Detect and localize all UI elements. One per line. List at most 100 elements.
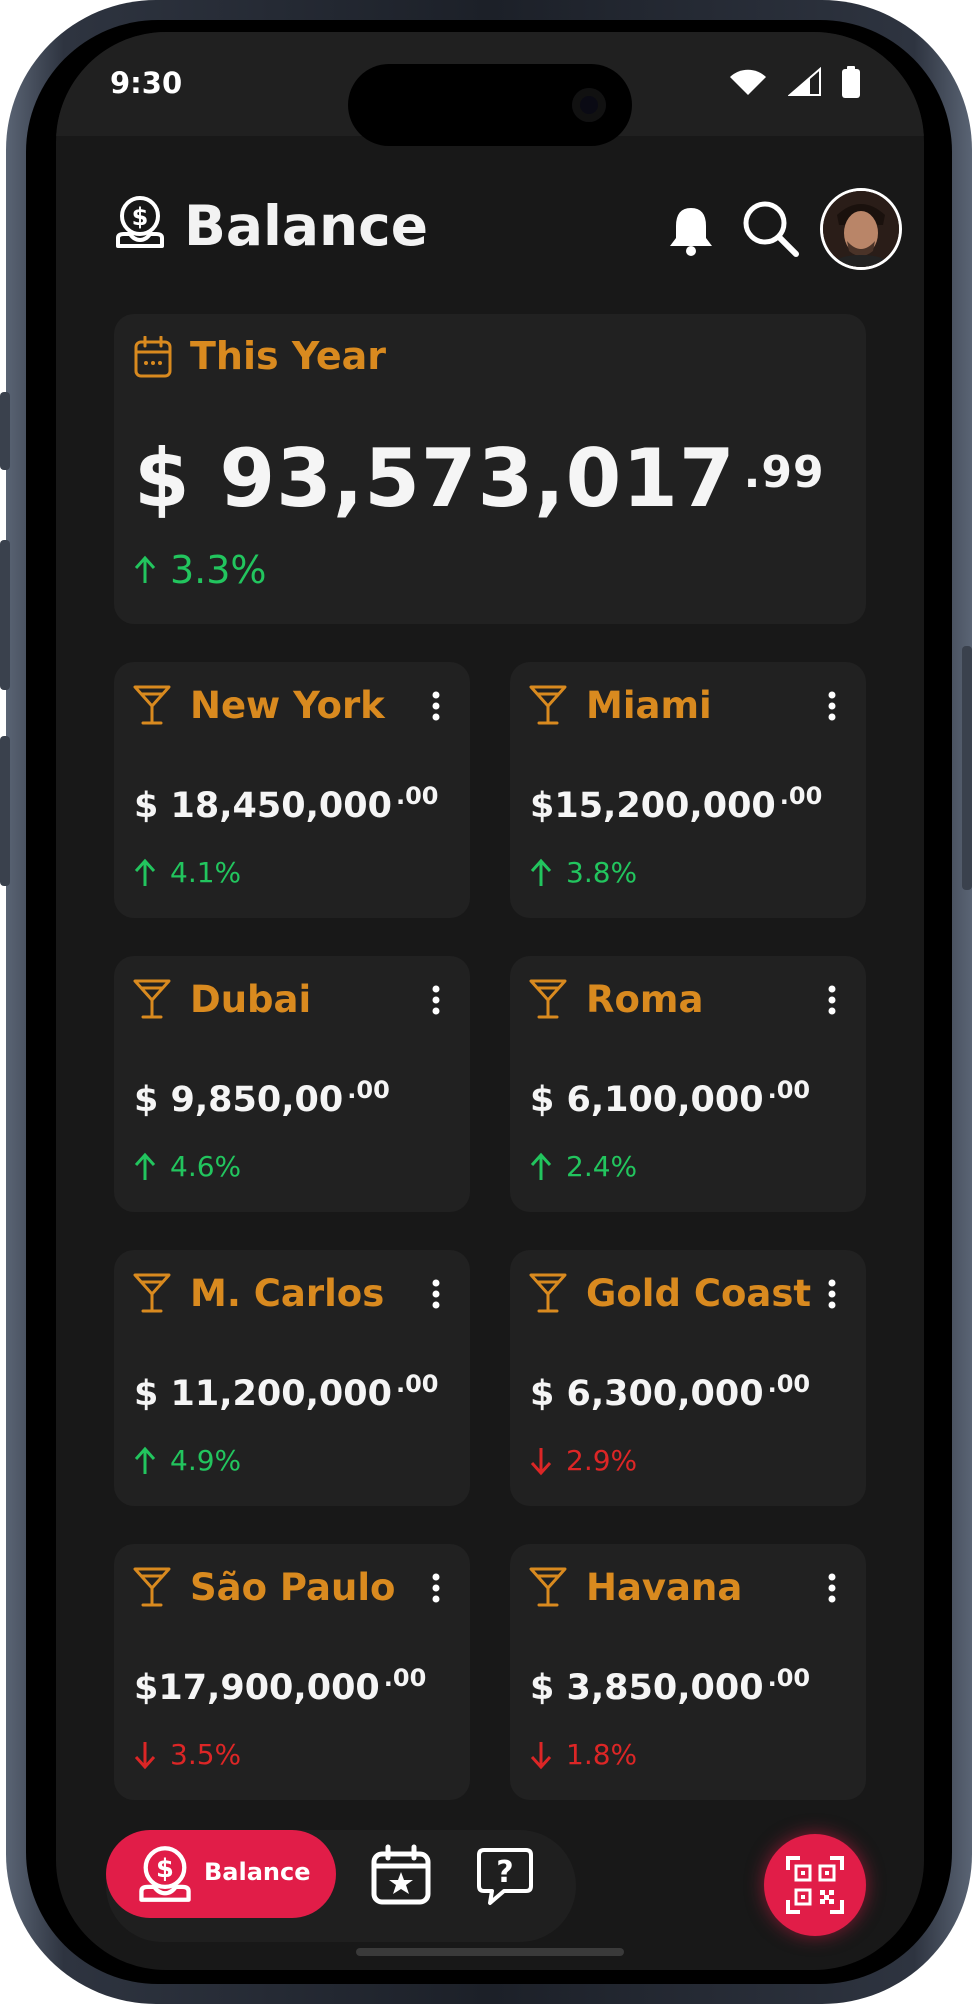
city-name: New York <box>190 684 385 727</box>
city-amount-cents: .00 <box>767 1664 811 1692</box>
city-amount: $17,900,000.00 <box>134 1664 426 1708</box>
cocktail-glass-icon <box>133 685 171 725</box>
city-amount-value: $ 9,850,00 <box>134 1080 344 1120</box>
help-chat-icon[interactable]: ? <box>476 1846 534 1906</box>
arrow-down-icon <box>530 1741 552 1769</box>
app-screen: 9:30 $ Balance This Year $ 93,573,017 .9… <box>56 32 924 1970</box>
money-hand-icon: $ <box>116 196 164 248</box>
city-card[interactable]: Roma $ 6,100,000.00 2.4% <box>510 956 866 1212</box>
cocktail-glass-icon <box>133 1273 171 1313</box>
calendar-star-icon[interactable] <box>370 1844 432 1906</box>
summary-change-value: 3.3% <box>170 548 267 592</box>
city-change-value: 1.8% <box>566 1738 638 1771</box>
summary-period-label: This Year <box>190 334 387 378</box>
city-amount: $15,200,000.00 <box>530 782 822 826</box>
kebab-menu-icon[interactable] <box>820 1278 844 1310</box>
cocktail-glass-icon <box>529 1273 567 1313</box>
city-change-value: 4.6% <box>170 1150 242 1183</box>
cocktail-glass-icon <box>529 979 567 1019</box>
city-change: 3.5% <box>134 1738 241 1771</box>
city-name: Havana <box>586 1566 743 1609</box>
arrow-up-icon <box>530 858 552 886</box>
city-change: 2.4% <box>530 1150 637 1183</box>
summary-amount-value: $ 93,573,017 <box>134 432 736 525</box>
kebab-menu-icon[interactable] <box>820 984 844 1016</box>
city-name: Miami <box>586 684 712 727</box>
city-name: M. Carlos <box>190 1272 385 1315</box>
cocktail-glass-icon <box>529 685 567 725</box>
status-time: 9:30 <box>110 66 183 100</box>
city-change: 1.8% <box>530 1738 637 1771</box>
city-card[interactable]: Havana $ 3,850,000.00 1.8% <box>510 1544 866 1800</box>
city-change: 2.9% <box>530 1444 637 1477</box>
city-amount-cents: .00 <box>395 1370 439 1398</box>
city-amount-cents: .00 <box>767 1076 811 1104</box>
city-change-value: 3.8% <box>566 856 638 889</box>
city-amount-value: $ 18,450,000 <box>134 786 392 826</box>
front-camera <box>572 88 606 122</box>
city-change: 4.6% <box>134 1150 241 1183</box>
volume-down-button <box>0 736 10 886</box>
calendar-icon <box>134 336 172 378</box>
dynamic-island <box>348 64 632 146</box>
arrow-down-icon <box>530 1447 552 1475</box>
city-amount-value: $ 6,300,000 <box>530 1374 764 1414</box>
city-amount: $ 18,450,000.00 <box>134 782 438 826</box>
arrow-down-icon <box>134 1741 156 1769</box>
cellular-signal-icon <box>788 67 821 96</box>
kebab-menu-icon[interactable] <box>424 1572 448 1604</box>
qr-scan-button[interactable] <box>764 1834 866 1936</box>
city-amount-cents: .00 <box>767 1370 811 1398</box>
city-card[interactable]: Gold Coast $ 6,300,000.00 2.9% <box>510 1250 866 1506</box>
arrow-up-icon <box>530 1152 552 1180</box>
year-summary-card[interactable]: This Year $ 93,573,017.99 3.3% <box>114 314 866 624</box>
battery-icon <box>842 66 860 98</box>
qr-code-icon <box>786 1856 844 1914</box>
status-bar: 9:30 <box>56 32 924 146</box>
kebab-menu-icon[interactable] <box>424 984 448 1016</box>
summary-amount-cents: .99 <box>743 447 825 498</box>
city-change-value: 3.5% <box>170 1738 242 1771</box>
city-card[interactable]: New York $ 18,450,000.00 4.1% <box>114 662 470 918</box>
bell-icon[interactable] <box>666 204 716 256</box>
city-card[interactable]: Miami $15,200,000.00 3.8% <box>510 662 866 918</box>
city-amount: $ 6,300,000.00 <box>530 1370 810 1414</box>
city-amount-value: $ 11,200,000 <box>134 1374 392 1414</box>
city-amount-value: $15,200,000 <box>530 786 776 826</box>
city-name: Roma <box>586 978 704 1021</box>
city-amount-cents: .00 <box>383 1664 427 1692</box>
city-amount: $ 6,100,000.00 <box>530 1076 810 1120</box>
city-change-value: 4.9% <box>170 1444 242 1477</box>
nav-balance-tab[interactable]: $ Balance <box>106 1830 336 1918</box>
city-change: 4.1% <box>134 856 241 889</box>
kebab-menu-icon[interactable] <box>424 690 448 722</box>
city-card[interactable]: São Paulo $17,900,000.00 3.5% <box>114 1544 470 1800</box>
search-icon[interactable] <box>740 198 800 258</box>
city-amount: $ 3,850,000.00 <box>530 1664 810 1708</box>
svg-text:$: $ <box>132 203 149 231</box>
city-amount-value: $ 6,100,000 <box>530 1080 764 1120</box>
cocktail-glass-icon <box>133 1567 171 1607</box>
svg-text:?: ? <box>496 1855 513 1890</box>
city-amount-value: $17,900,000 <box>134 1668 380 1708</box>
city-name: São Paulo <box>190 1566 396 1609</box>
city-amount-value: $ 3,850,000 <box>530 1668 764 1708</box>
arrow-up-icon <box>134 858 156 886</box>
city-amount-cents: .00 <box>395 782 439 810</box>
city-card[interactable]: Dubai $ 9,850,00.00 4.6% <box>114 956 470 1212</box>
money-hand-icon: $ <box>139 1846 191 1902</box>
arrow-up-icon <box>134 1446 156 1474</box>
city-card[interactable]: M. Carlos $ 11,200,000.00 4.9% <box>114 1250 470 1506</box>
home-indicator <box>356 1948 624 1956</box>
city-change: 4.9% <box>134 1444 241 1477</box>
cocktail-glass-icon <box>133 979 171 1019</box>
arrow-up-icon <box>134 1152 156 1180</box>
kebab-menu-icon[interactable] <box>820 690 844 722</box>
kebab-menu-icon[interactable] <box>820 1572 844 1604</box>
user-avatar[interactable] <box>820 188 902 270</box>
nav-balance-label: Balance <box>204 1858 311 1886</box>
power-button <box>962 646 972 890</box>
kebab-menu-icon[interactable] <box>424 1278 448 1310</box>
avatar-portrait <box>823 191 899 267</box>
app-header: $ Balance <box>114 172 902 270</box>
